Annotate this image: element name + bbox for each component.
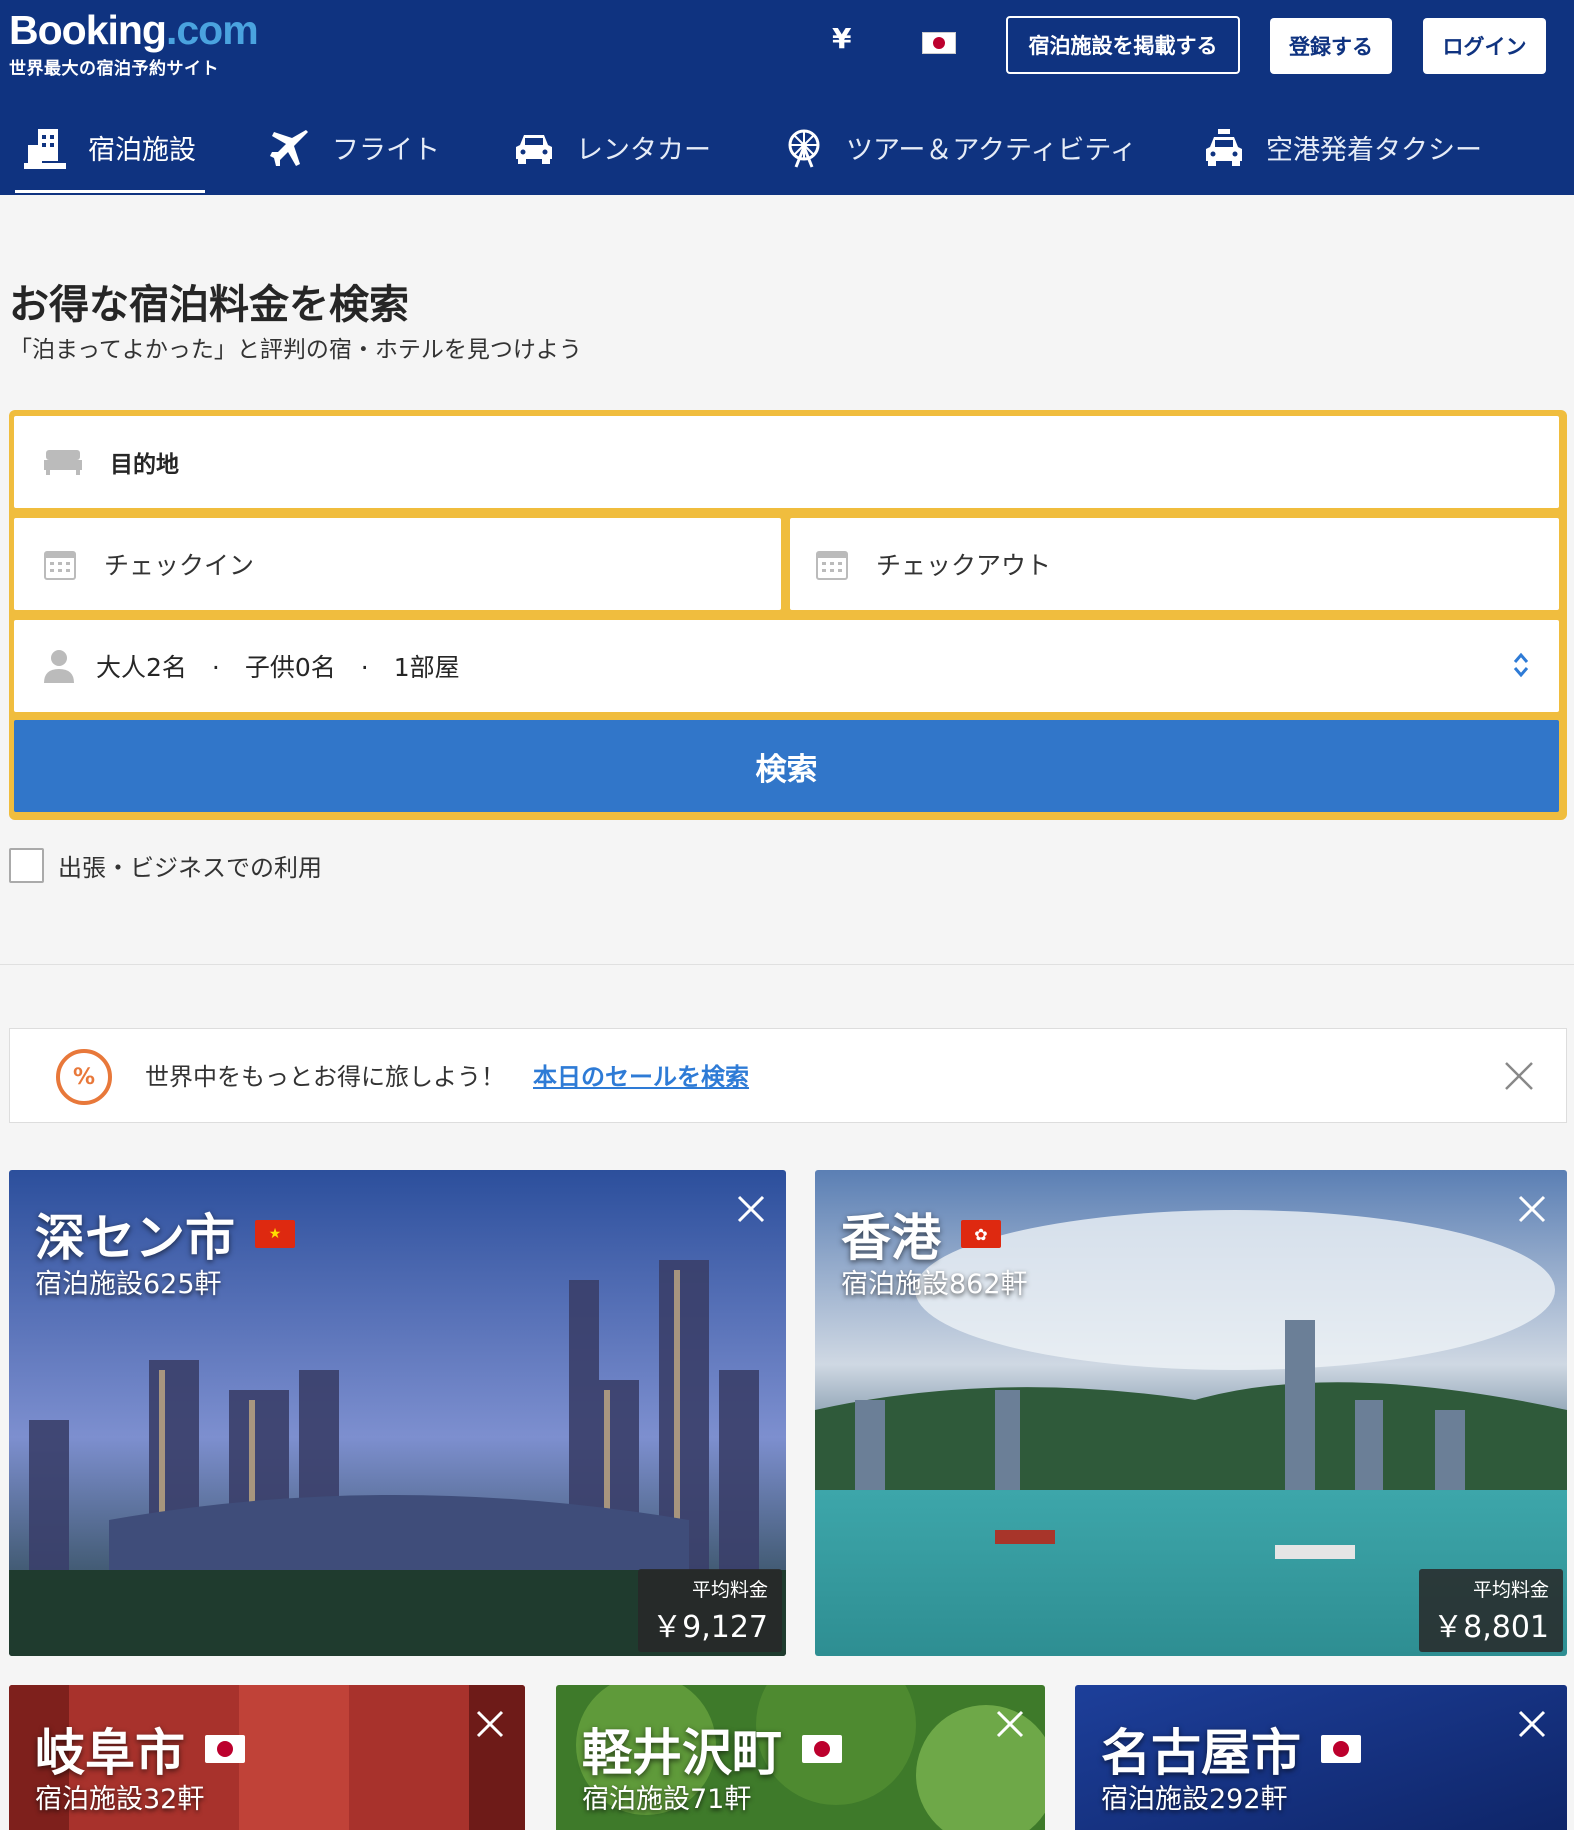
checkout-label: チェックアウト <box>876 551 1052 580</box>
destination-input[interactable]: 目的地 <box>14 416 1559 508</box>
city-name: 名古屋市 <box>1101 1724 1301 1782</box>
destination-card-hongkong[interactable]: 香港 ✿ 宿泊施設862軒 平均料金 ￥8,801 <box>815 1170 1567 1656</box>
logo-tagline: 世界最大の宿泊予約サイト <box>9 59 219 79</box>
destination-placeholder: 目的地 <box>110 452 179 478</box>
guests-summary: 大人2名 · 子供0名 · 1部屋 <box>96 653 460 682</box>
deal-icon: % <box>56 1049 112 1105</box>
nav-tab-stays[interactable]: 宿泊施設 <box>15 100 205 195</box>
business-travel-label: 出張・ビジネスでの利用 <box>58 854 322 882</box>
property-count: 宿泊施設32軒 <box>35 1784 205 1815</box>
booking-logo[interactable]: Booking.com 世界最大の宿泊予約サイト <box>9 7 259 79</box>
page-subtitle: 「泊まってよかった」と評判の宿・ホテルを見つけよう <box>9 337 582 363</box>
property-count: 宿泊施設292軒 <box>1101 1784 1288 1815</box>
city-name: 深セン市 <box>35 1209 235 1267</box>
business-travel-checkbox[interactable]: 出張・ビジネスでの利用 <box>9 848 322 883</box>
search-button[interactable]: 検索 <box>14 720 1559 812</box>
checkin-date-field[interactable]: チェックイン <box>14 518 781 610</box>
language-selector-japan-flag-icon[interactable] <box>922 32 956 54</box>
japan-flag-icon <box>802 1735 842 1763</box>
calendar-icon <box>816 551 848 580</box>
checkout-date-field[interactable]: チェックアウト <box>790 518 1559 610</box>
bed-building-icon <box>24 128 66 169</box>
checkbox-box[interactable] <box>9 848 44 883</box>
taxi-icon <box>1206 128 1242 166</box>
price-value: ￥9,127 <box>652 1610 768 1645</box>
nav-label: ツアー＆アクティビティ <box>846 135 1137 166</box>
ferris-wheel-icon <box>788 129 820 168</box>
average-price-badge: 平均料金 ￥8,801 <box>1419 1569 1563 1652</box>
price-value: ￥8,801 <box>1433 1610 1549 1645</box>
site-header: Booking.com 世界最大の宿泊予約サイト ¥ 宿泊施設を掲載する 登録す… <box>0 0 1574 195</box>
nav-tab-airport-taxi[interactable]: 空港発着タクシー <box>1204 100 1482 195</box>
city-name: 岐阜市 <box>35 1724 185 1782</box>
nav-tab-attractions[interactable]: ツアー＆アクティビティ <box>784 100 1137 195</box>
property-count: 宿泊施設862軒 <box>841 1269 1028 1300</box>
product-nav: 宿泊施設 フライト レンタカー ツアー＆アクティビティ 空港発着タクシー <box>0 100 1574 195</box>
close-icon[interactable] <box>1517 1194 1547 1224</box>
logo-text: Booking <box>9 7 167 53</box>
guests-selector[interactable]: 大人2名 · 子供0名 · 1部屋 <box>14 620 1559 712</box>
car-icon <box>516 134 552 164</box>
destination-card-nagoya[interactable]: 名古屋市 宿泊施設292軒 <box>1075 1685 1567 1830</box>
price-label: 平均料金 <box>1472 1579 1549 1601</box>
nav-tab-flights[interactable]: フライト <box>270 100 440 195</box>
price-label: 平均料金 <box>691 1579 768 1601</box>
plane-icon <box>270 129 308 166</box>
destination-card-gifu[interactable]: 岐阜市 宿泊施設32軒 <box>9 1685 525 1830</box>
section-divider <box>0 964 1574 965</box>
register-button[interactable]: 登録する <box>1270 18 1392 74</box>
close-icon[interactable] <box>995 1709 1025 1739</box>
chevron-up-down-icon <box>1513 652 1529 678</box>
nav-label: 宿泊施設 <box>88 135 196 166</box>
nav-tab-car-rental[interactable]: レンタカー <box>514 100 711 195</box>
promo-text: 世界中をもっとお得に旅しよう！ <box>145 1063 505 1091</box>
japan-flag-icon <box>1321 1735 1361 1763</box>
close-icon[interactable] <box>1517 1709 1547 1739</box>
nav-label: 空港発着タクシー <box>1266 135 1482 166</box>
average-price-badge: 平均料金 ￥9,127 <box>638 1569 782 1652</box>
city-name: 香港 <box>841 1209 941 1267</box>
logo-dotcom: .com <box>165 7 259 53</box>
japan-flag-icon <box>205 1735 245 1763</box>
nav-label: レンタカー <box>576 135 711 166</box>
close-icon[interactable] <box>475 1709 505 1739</box>
destination-card-shenzhen[interactable]: 深セン市 ★ 宿泊施設625軒 平均料金 ￥9,127 <box>9 1170 786 1656</box>
calendar-icon <box>44 551 76 580</box>
promo-banner: % 世界中をもっとお得に旅しよう！ 本日のセールを検索 <box>9 1028 1567 1123</box>
checkin-label: チェックイン <box>104 551 255 580</box>
property-count: 宿泊施設71軒 <box>582 1784 752 1815</box>
person-icon <box>44 650 74 683</box>
close-icon[interactable] <box>736 1194 766 1224</box>
hongkong-flag-icon: ✿ <box>961 1220 1001 1248</box>
bed-icon <box>44 450 82 475</box>
search-form: 目的地 チェックイン チェックアウト 大人2名 · 子供0名 · 1部屋 検索 <box>9 410 1567 820</box>
list-property-button[interactable]: 宿泊施設を掲載する <box>1006 16 1240 74</box>
nav-label: フライト <box>332 135 440 166</box>
close-icon[interactable] <box>1502 1059 1536 1093</box>
page-title: お得な宿泊料金を検索 <box>9 282 409 328</box>
property-count: 宿泊施設625軒 <box>35 1269 222 1300</box>
destination-card-karuizawa[interactable]: 軽井沢町 宿泊施設71軒 <box>556 1685 1045 1830</box>
currency-selector[interactable]: ¥ <box>832 22 851 55</box>
china-flag-icon: ★ <box>255 1220 295 1248</box>
login-button[interactable]: ログイン <box>1423 18 1546 74</box>
city-name: 軽井沢町 <box>582 1724 782 1782</box>
deals-link[interactable]: 本日のセールを検索 <box>533 1057 749 1092</box>
